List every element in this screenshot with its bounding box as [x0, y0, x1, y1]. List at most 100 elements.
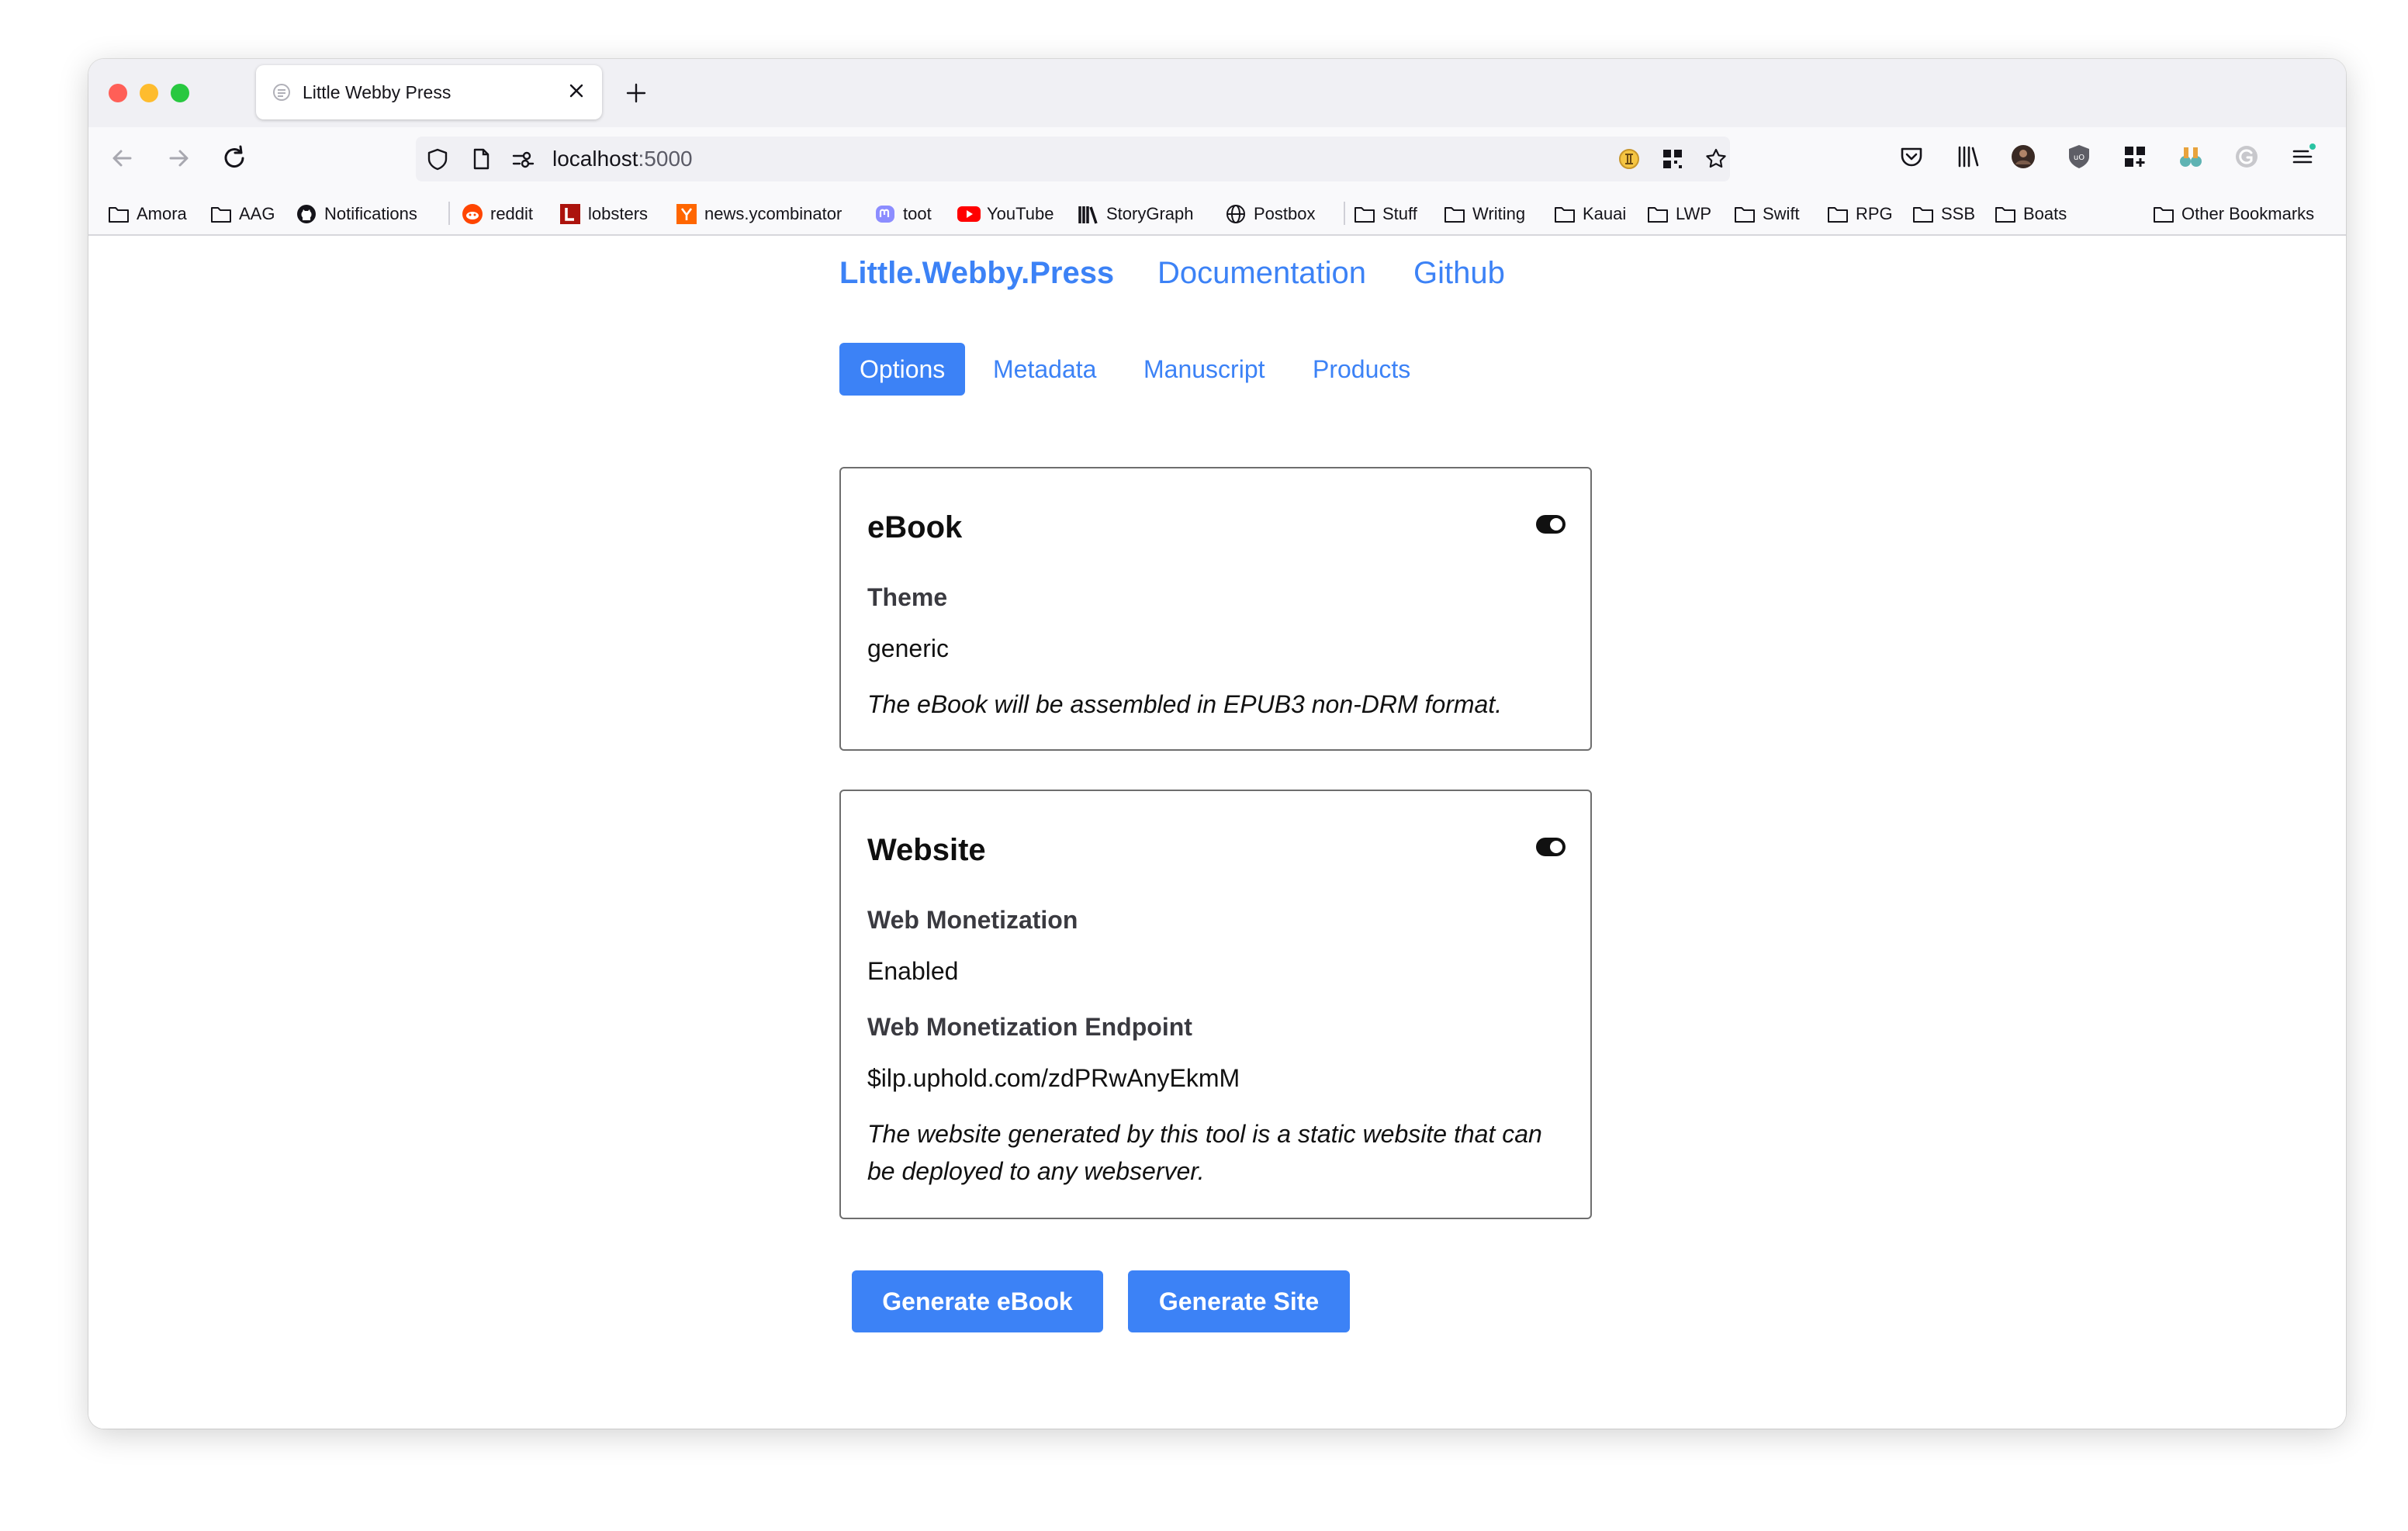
tab-metadata[interactable]: Metadata [973, 343, 1116, 396]
bookmark-youtube[interactable]: YouTube [957, 202, 1054, 226]
bookmark-lwp[interactable]: LWP [1646, 202, 1711, 226]
mastodon-icon [874, 203, 897, 225]
back-button[interactable] [106, 141, 140, 175]
bookmark-reddit[interactable]: reddit [461, 202, 533, 226]
other-bookmarks[interactable]: Other Bookmarks [2152, 202, 2314, 226]
bookmark-label: LWP [1676, 204, 1712, 223]
theme-value: generic [867, 634, 949, 662]
generate-ebook-button[interactable]: Generate eBook [852, 1270, 1103, 1332]
bookmark-label: SSB [1941, 204, 1976, 223]
website-note: The website generated by this tool is a … [867, 1120, 1542, 1185]
bookmark-swift[interactable]: Swift [1733, 202, 1800, 226]
page-info-icon[interactable] [469, 147, 493, 171]
folder-icon [2152, 203, 2175, 225]
folder-icon [1353, 203, 1376, 225]
url-text[interactable]: localhost:5000 [552, 146, 693, 172]
ebook-format-note: The eBook will be assembled in EPUB3 non… [867, 690, 1503, 718]
bookmark-label: reddit [490, 204, 534, 223]
url-host: localhost [552, 147, 638, 171]
extensions-grid-icon[interactable] [2119, 141, 2150, 172]
bookmark-postbox[interactable]: Postbox [1224, 202, 1316, 226]
bookmark-kauai[interactable]: Kauai [1553, 202, 1626, 226]
forward-arrow-icon [169, 150, 189, 167]
pocket-icon[interactable] [1896, 141, 1927, 172]
page-content: Little.Webby.Press Documentation Github … [88, 237, 2346, 1429]
storygraph-icon [1077, 203, 1100, 225]
qr-code-icon[interactable] [1660, 147, 1685, 171]
minimize-window-button[interactable] [140, 84, 158, 102]
bookmark-label: Amora [137, 204, 187, 223]
bookmark-stuff[interactable]: Stuff [1353, 202, 1417, 226]
folder-icon [1646, 203, 1669, 225]
forward-button[interactable] [161, 141, 195, 175]
tab-strip: Little Webby Press [88, 59, 2346, 127]
bookmarks-separator [1344, 202, 1345, 225]
browser-tab[interactable]: Little Webby Press [256, 65, 602, 119]
grammar-extension-icon[interactable] [2231, 141, 2262, 172]
generate-site-button[interactable]: Generate Site [1128, 1270, 1350, 1332]
bookmark-label: Writing [1472, 204, 1526, 223]
web-monetization-endpoint-value: $ilp.uphold.com/zdPRwAnyEkmM [867, 1064, 1240, 1092]
binoculars-extension-icon[interactable] [2175, 141, 2206, 172]
bookmark-ssb[interactable]: SSB [1912, 202, 1975, 226]
close-tab-icon[interactable] [565, 79, 588, 102]
url-bar[interactable]: localhost:5000 [416, 137, 1730, 181]
other-bookmarks-label: Other Bookmarks [2181, 204, 2315, 223]
library-icon[interactable] [1952, 141, 1983, 172]
back-arrow-icon [112, 150, 132, 167]
bookmark-label: Boats [2023, 204, 2067, 223]
bookmark-lobsters[interactable]: lobsters [559, 202, 648, 226]
folder-icon [1553, 203, 1576, 225]
folder-icon [1826, 203, 1849, 225]
theme-label: Theme [867, 583, 948, 611]
bookmark-label: Notifications [324, 204, 417, 223]
account-avatar-icon[interactable] [2008, 141, 2039, 172]
tab-manuscript[interactable]: Manuscript [1123, 343, 1285, 396]
bookmarks-toolbar: Amora AAG Notifications reddit lobsters … [88, 191, 2346, 236]
bookmark-writing[interactable]: Writing [1443, 202, 1525, 226]
bookmark-label: Kauai [1583, 204, 1627, 223]
web-monetization-label: Web Monetization [867, 906, 1078, 934]
web-monetization-value: Enabled [867, 957, 959, 985]
folder-icon [1733, 203, 1756, 225]
tab-options[interactable]: Options [839, 343, 966, 396]
site-brand-link[interactable]: Little.Webby.Press [839, 250, 1114, 296]
tab-title: Little Webby Press [303, 82, 452, 102]
ebook-enable-toggle[interactable] [1536, 515, 1566, 534]
bookmark-label: Stuff [1382, 204, 1417, 223]
permissions-icon[interactable] [510, 147, 535, 171]
bookmark-label: Swift [1763, 204, 1800, 223]
app-menu-icon[interactable] [2287, 141, 2318, 172]
reload-button[interactable] [217, 141, 251, 175]
nav-github-link[interactable]: Github [1413, 250, 1505, 296]
new-tab-icon[interactable] [624, 81, 649, 105]
navigation-toolbar: localhost:5000 uO [88, 127, 2346, 191]
bookmark-hacker-news[interactable]: news.ycombinator [675, 202, 842, 226]
nav-documentation-link[interactable]: Documentation [1157, 250, 1366, 296]
bookmark-boats[interactable]: Boats [1994, 202, 2067, 226]
folder-icon [1994, 203, 2017, 225]
close-window-button[interactable] [109, 84, 127, 102]
github-icon [295, 203, 318, 225]
bookmark-label: news.ycombinator [704, 204, 842, 223]
web-monetization-endpoint-label: Web Monetization Endpoint [867, 1013, 1192, 1041]
page-favicon-icon [273, 84, 290, 101]
svg-text:uO: uO [2074, 154, 2085, 162]
bookmark-rpg[interactable]: RPG [1826, 202, 1893, 226]
bookmark-label: YouTube [987, 204, 1054, 223]
web-monetization-icon[interactable] [1617, 147, 1642, 171]
bookmark-toot[interactable]: toot [874, 202, 932, 226]
ublock-origin-icon[interactable]: uO [2064, 141, 2095, 172]
bookmark-storygraph[interactable]: StoryGraph [1077, 202, 1194, 226]
bookmark-label: lobsters [588, 204, 649, 223]
bookmark-star-icon[interactable] [1704, 147, 1728, 171]
zoom-window-button[interactable] [171, 84, 189, 102]
website-enable-toggle[interactable] [1536, 838, 1566, 856]
bookmark-aag[interactable]: AAG [209, 202, 275, 226]
toggle-knob [1550, 841, 1562, 853]
tab-products[interactable]: Products [1292, 343, 1431, 396]
bookmark-amora[interactable]: Amora [107, 202, 187, 226]
bookmark-notifications[interactable]: Notifications [295, 202, 417, 226]
bookmark-label: AAG [239, 204, 275, 223]
tracking-protection-shield-icon[interactable] [425, 147, 450, 171]
